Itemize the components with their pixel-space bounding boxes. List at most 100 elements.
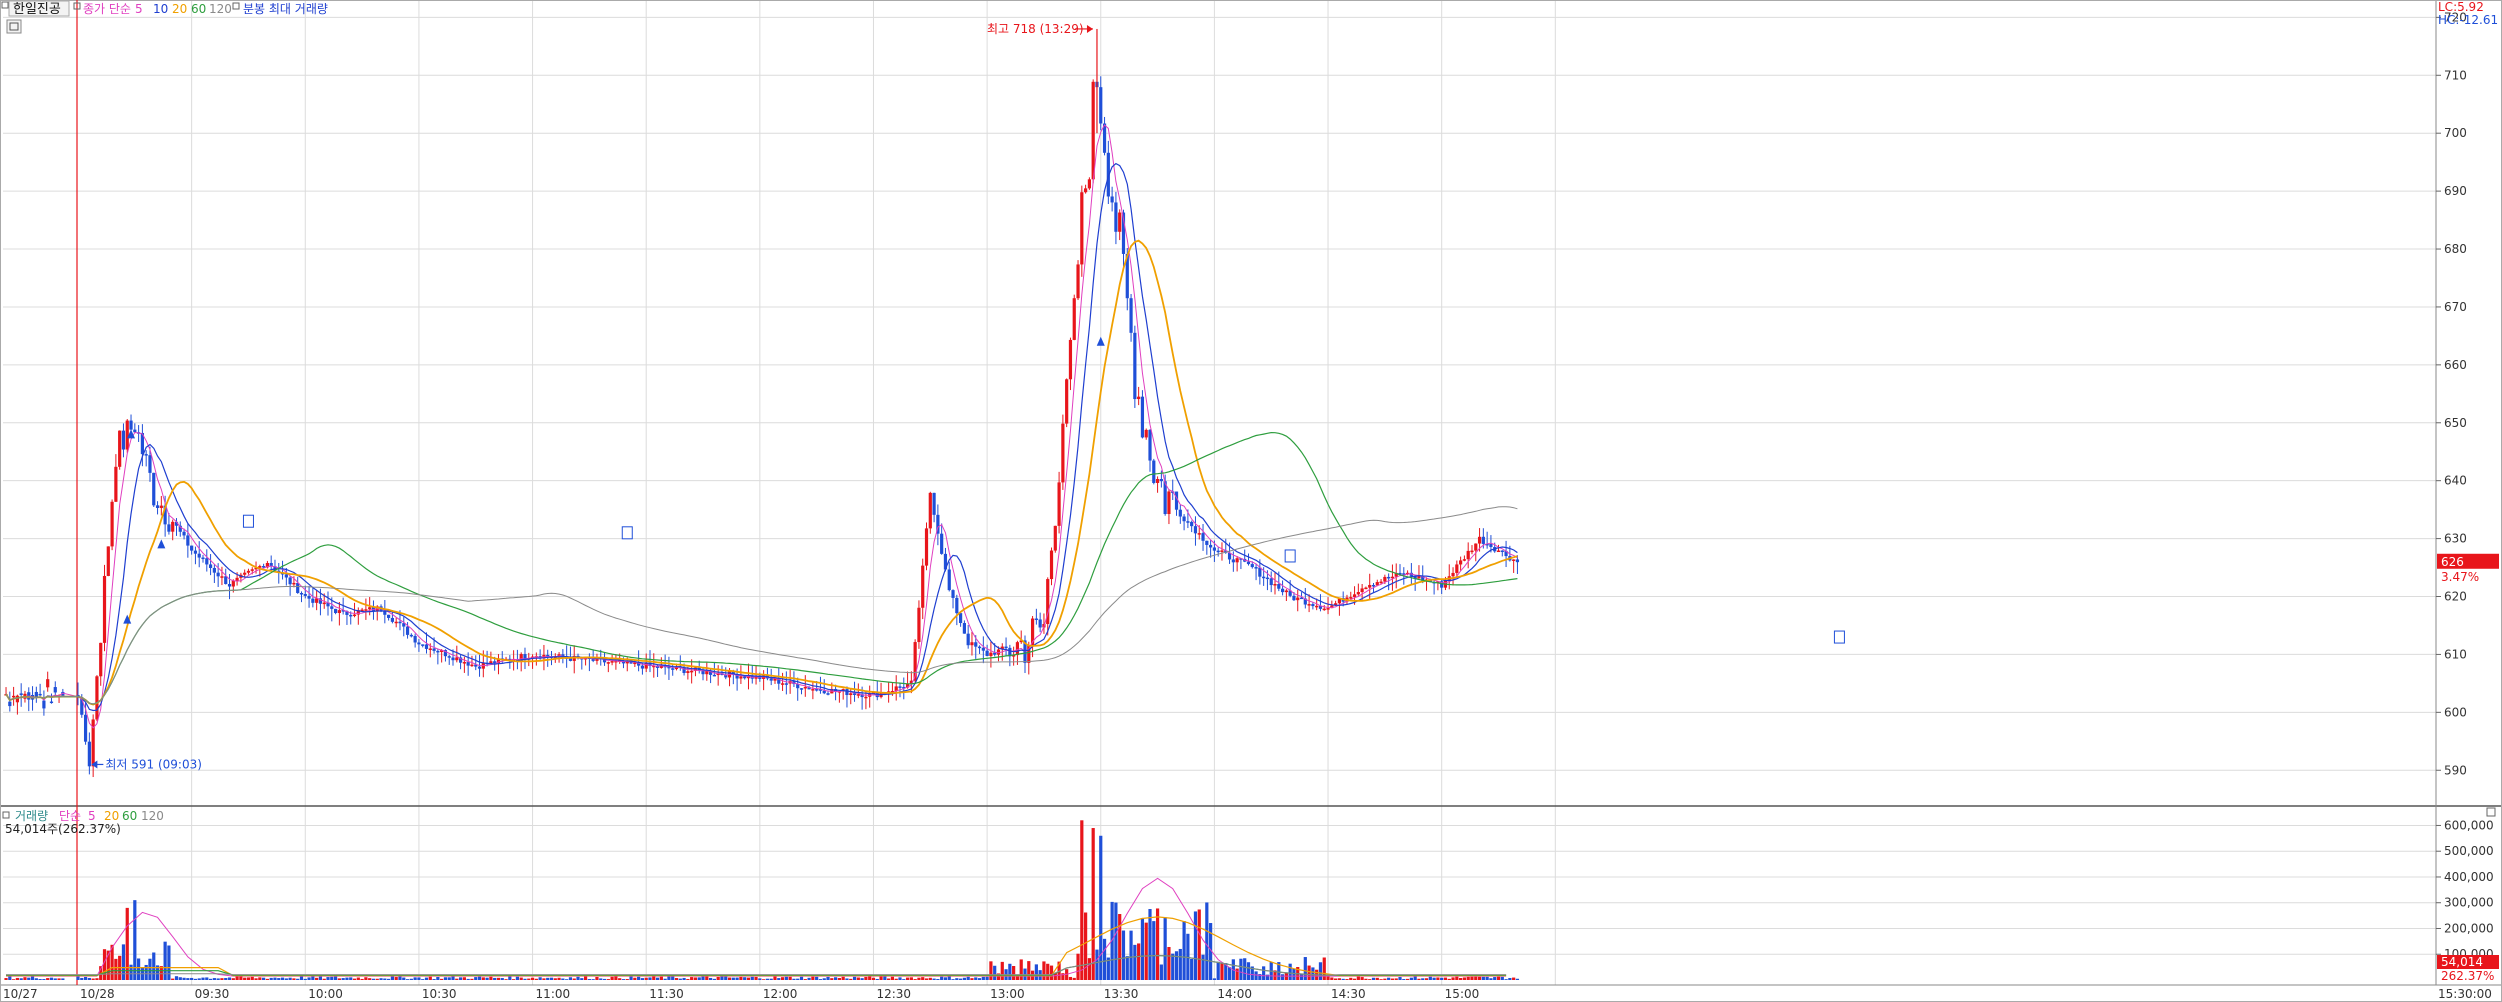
price-tick-label: 670 <box>2444 300 2467 314</box>
volume-bar <box>451 976 455 980</box>
volume-bar <box>443 977 448 980</box>
volume-bar <box>864 976 868 980</box>
volume-bar <box>887 978 891 980</box>
volume-bar <box>955 978 959 980</box>
candle-body <box>959 613 963 624</box>
volume-bar <box>1133 944 1137 980</box>
volume-bar <box>1102 938 1107 980</box>
candle-body <box>1235 558 1239 563</box>
volume-bar <box>993 965 997 980</box>
volume-title: 거래량 <box>15 809 48 823</box>
volume-bar <box>227 977 232 980</box>
volume-legend-ma-20: 20 <box>104 809 119 823</box>
volume-bar <box>1125 956 1129 980</box>
volume-bar <box>315 977 319 980</box>
time-tick-label: 10:30 <box>422 987 457 1001</box>
volume-bar <box>220 978 224 980</box>
volume-bar <box>1451 977 1455 980</box>
price-tick-label: 620 <box>2444 590 2467 604</box>
volume-bar <box>284 978 288 980</box>
candle-body <box>133 429 137 433</box>
volume-bar <box>1485 976 1489 980</box>
candle-body <box>182 531 186 536</box>
candle-body <box>148 455 152 473</box>
volume-bar <box>1402 979 1406 980</box>
volume-bar <box>174 976 179 980</box>
volume-bar <box>852 976 857 980</box>
volume-bar <box>705 976 709 980</box>
volume-bar <box>436 976 440 980</box>
volume-bar <box>576 976 580 980</box>
volume-bar <box>746 977 751 980</box>
time-tick-label: 10:00 <box>308 987 343 1001</box>
volume-bar <box>1072 977 1076 980</box>
candle-body <box>1360 588 1364 593</box>
volume-bar <box>1190 958 1194 980</box>
volume-bar <box>4 978 8 980</box>
volume-bar <box>898 977 902 980</box>
price-tick-label: 590 <box>2444 763 2467 777</box>
candle-body <box>1129 298 1133 333</box>
volume-bar <box>762 979 766 980</box>
candle-body <box>1201 533 1205 541</box>
volume-bar <box>974 977 978 980</box>
volume-bar <box>727 977 732 980</box>
volume-bar <box>152 952 156 980</box>
volume-bar <box>356 977 360 980</box>
volume-bar <box>171 978 175 980</box>
volume-bar <box>1280 974 1285 980</box>
volume-bar <box>1409 977 1413 980</box>
volume-bar <box>1000 961 1004 980</box>
candle-body <box>803 686 807 689</box>
volume-bar <box>341 978 345 980</box>
volume-bar <box>87 977 91 980</box>
signal-marker <box>1284 549 1296 563</box>
volume-bar <box>49 977 54 980</box>
candle-body <box>1076 264 1080 299</box>
candle-body <box>424 644 429 649</box>
candle-body <box>947 569 951 591</box>
volume-bar <box>542 978 546 980</box>
stock-chart[interactable]: 최고 718 (13:29) 최저 591 (09:03) 590 600 610 620… <box>0 0 2502 1002</box>
volume-bar <box>871 977 876 980</box>
volume-bar <box>841 976 845 980</box>
legend-ma-120: 120 <box>209 2 232 16</box>
volume-bar <box>83 976 88 980</box>
candle-body <box>447 656 451 658</box>
candle-body <box>712 674 716 677</box>
volume-bar <box>951 979 955 980</box>
volume-bar <box>1152 921 1156 980</box>
candle-body <box>739 676 743 679</box>
candle-body <box>1383 576 1387 582</box>
candle-body <box>1265 577 1270 580</box>
volume-bar <box>621 979 626 980</box>
volume-bar <box>322 978 326 980</box>
time-tick-label: 14:30 <box>1331 987 1366 1001</box>
volume-bar <box>1080 820 1084 980</box>
volume-bar <box>1144 922 1148 980</box>
volume-bar <box>1212 978 1216 980</box>
volume-summary: 54,014주(262.37%) <box>5 822 121 836</box>
volume-bar <box>735 977 739 980</box>
candle-body <box>955 597 959 614</box>
volume-bar <box>337 978 341 980</box>
candle-body <box>686 671 690 673</box>
volume-bar <box>137 958 141 980</box>
volume-bar <box>371 978 376 980</box>
price-tick-label: 710 <box>2444 68 2467 82</box>
volume-bar <box>837 977 841 980</box>
volume-legend-ma-5: 5 <box>88 809 96 823</box>
volume-legend-ma-60: 60 <box>122 809 137 823</box>
candle-body <box>815 689 819 691</box>
volume-bar <box>1121 930 1126 980</box>
candle-body <box>1356 592 1360 595</box>
candle-body <box>1262 576 1266 579</box>
volume-bar <box>572 978 576 980</box>
volume-bar <box>1493 977 1497 980</box>
volume-bar <box>402 977 406 980</box>
volume-bar <box>280 977 285 980</box>
candle-body <box>205 558 209 565</box>
candle-body <box>292 582 296 585</box>
volume-bar <box>826 976 830 980</box>
price-tick-label: 680 <box>2444 242 2467 256</box>
